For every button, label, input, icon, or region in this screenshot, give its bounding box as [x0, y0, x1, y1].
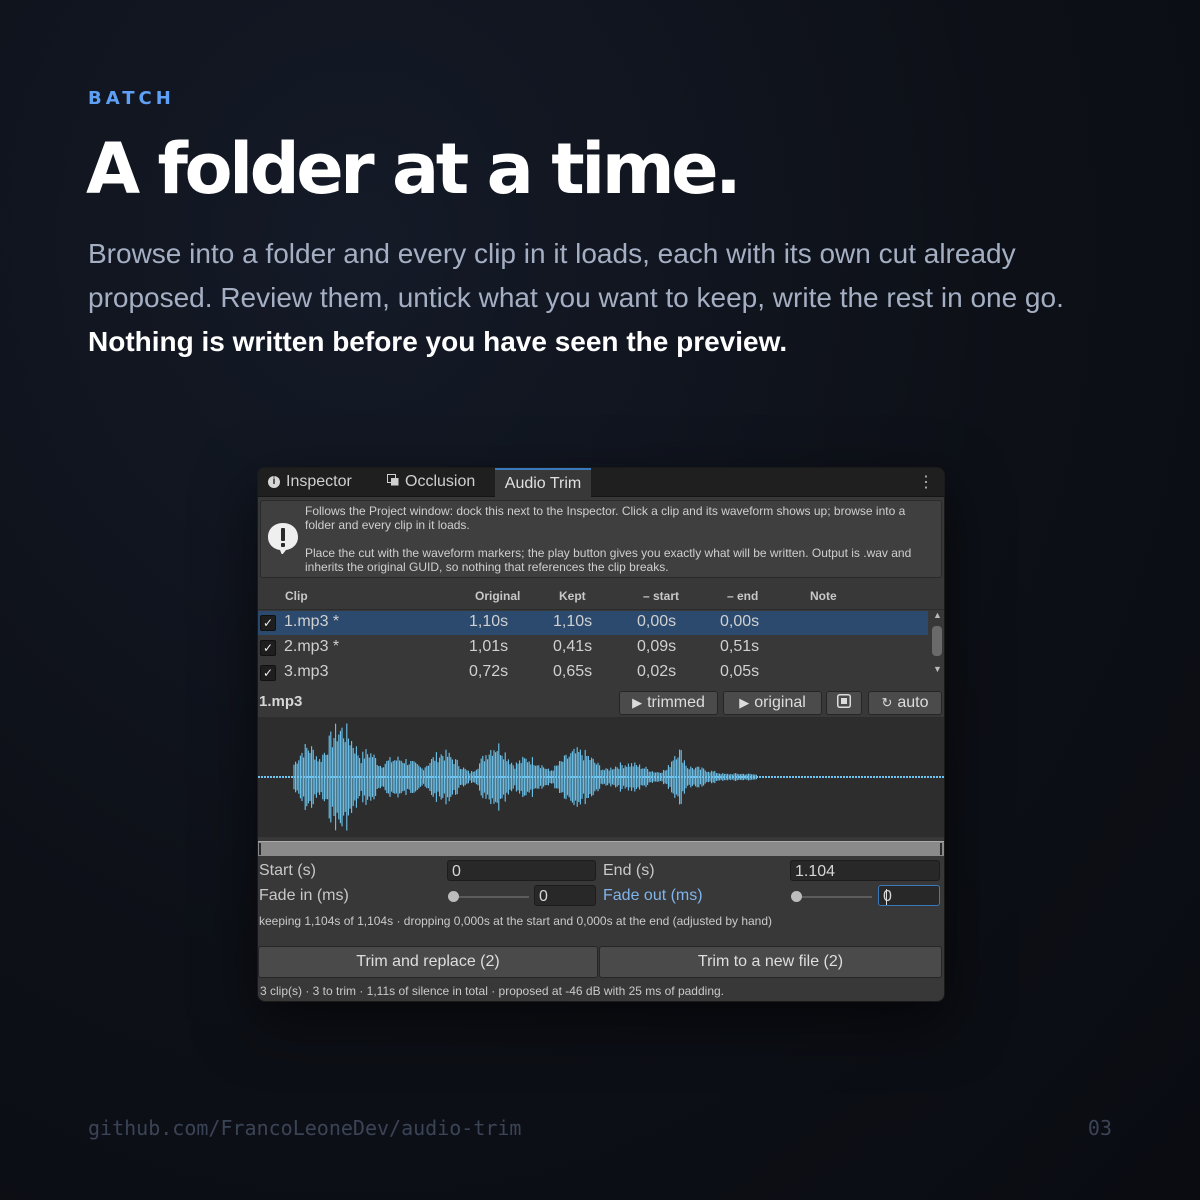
- cell-clip: 1.mp3 *: [284, 613, 340, 630]
- header-original[interactable]: Original: [475, 589, 520, 603]
- scroll-up-arrow-icon[interactable]: ▲: [933, 610, 942, 620]
- header-kept[interactable]: Kept: [559, 589, 586, 603]
- table-row[interactable]: ✓ 3.mp3 0,72s 0,65s 0,02s 0,05s: [258, 661, 928, 685]
- stop-icon: [837, 693, 851, 713]
- row-checkbox[interactable]: ✓: [260, 615, 276, 631]
- page-number: 03: [1087, 1116, 1112, 1140]
- start-input[interactable]: 0: [447, 860, 596, 881]
- help-text: Follows the Project window: dock this ne…: [305, 504, 925, 574]
- button-label: trimmed: [647, 694, 705, 711]
- play-trimmed-button[interactable]: ▶ trimmed: [619, 691, 718, 715]
- start-marker-handle[interactable]: [259, 843, 261, 855]
- cell-clip: 2.mp3 *: [284, 638, 340, 655]
- tab-label: Inspector: [286, 473, 352, 490]
- cell-kept: 0,41s: [553, 638, 593, 655]
- tab-label: Occlusion: [405, 473, 476, 490]
- button-label: original: [754, 694, 806, 711]
- kebab-menu-icon[interactable]: ⋮: [918, 472, 934, 492]
- waveform-graphic: [258, 723, 944, 831]
- button-label: auto: [897, 694, 929, 711]
- section-eyebrow: BATCH: [88, 88, 175, 109]
- tab-audio-trim[interactable]: Audio Trim: [495, 468, 591, 497]
- fade-in-label: Fade in (ms): [259, 887, 349, 904]
- cell-end: 0,05s: [720, 663, 760, 680]
- occlusion-icon: [387, 473, 399, 491]
- cell-original: 1,01s: [469, 638, 509, 655]
- cell-original: 1,10s: [469, 613, 509, 630]
- clip-table: ✓ 1.mp3 * 1,10s 1,10s 0,00s 0,00s ✓ 2.mp…: [258, 610, 930, 686]
- end-marker-handle[interactable]: [940, 843, 942, 855]
- lede-text: Browse into a folder and every clip in i…: [88, 238, 1064, 313]
- help-box: Follows the Project window: dock this ne…: [260, 500, 942, 578]
- tab-bar: i Inspector Occlusion Audio Trim ⋮: [258, 468, 944, 497]
- fade-in-slider-knob[interactable]: [448, 891, 459, 902]
- end-input[interactable]: 1.104: [790, 860, 940, 881]
- repo-url[interactable]: github.com/FrancoLeoneDev/audio-trim: [88, 1116, 521, 1140]
- scroll-thumb[interactable]: [932, 626, 942, 656]
- status-summary: 3 clip(s) · 3 to trim · 1,11s of silence…: [260, 984, 724, 998]
- info-icon: i: [268, 476, 280, 488]
- refresh-icon: ↻: [881, 695, 893, 710]
- auto-button[interactable]: ↻ auto: [868, 691, 942, 715]
- end-label: End (s): [603, 862, 655, 879]
- trim-range-bar[interactable]: [258, 841, 944, 856]
- tab-occlusion[interactable]: Occlusion: [387, 468, 475, 496]
- fade-out-input[interactable]: 0: [878, 885, 940, 906]
- table-row[interactable]: ✓ 1.mp3 * 1,10s 1,10s 0,00s 0,00s: [258, 611, 928, 635]
- tab-label: Audio Trim: [504, 474, 582, 492]
- fade-in-slider[interactable]: [449, 896, 529, 898]
- start-label: Start (s): [259, 862, 316, 879]
- cell-start: 0,09s: [637, 638, 677, 655]
- fade-out-label: Fade out (ms): [603, 887, 703, 904]
- cell-kept: 1,10s: [553, 613, 593, 630]
- fade-in-input[interactable]: 0: [534, 885, 596, 906]
- lede-emphasis: Nothing is written before you have seen …: [88, 326, 788, 357]
- play-icon: ▶: [739, 695, 750, 710]
- play-icon: ▶: [632, 695, 643, 710]
- header-clip[interactable]: Clip: [285, 589, 308, 603]
- cell-start: 0,02s: [637, 663, 677, 680]
- row-checkbox[interactable]: ✓: [260, 640, 276, 656]
- tab-inspector[interactable]: i Inspector: [268, 468, 352, 496]
- fade-out-slider-knob[interactable]: [791, 891, 802, 902]
- play-original-button[interactable]: ▶ original: [723, 691, 822, 715]
- trim-and-replace-button[interactable]: Trim and replace (2): [258, 946, 598, 978]
- waveform-view[interactable]: [258, 717, 944, 837]
- cell-original: 0,72s: [469, 663, 509, 680]
- cell-clip: 3.mp3: [284, 663, 329, 680]
- fade-out-value: 0: [883, 888, 892, 905]
- cell-end: 0,51s: [720, 638, 760, 655]
- scroll-down-arrow-icon[interactable]: ▼: [933, 664, 942, 674]
- row-checkbox[interactable]: ✓: [260, 665, 276, 681]
- lede-paragraph: Browse into a folder and every clip in i…: [88, 232, 1088, 364]
- clip-title: 1.mp3: [259, 693, 303, 710]
- cell-start: 0,00s: [637, 613, 677, 630]
- stop-button[interactable]: [826, 691, 862, 715]
- table-scrollbar[interactable]: ▲ ▼: [930, 610, 944, 678]
- header-note[interactable]: Note: [810, 589, 837, 603]
- table-row[interactable]: ✓ 2.mp3 * 1,01s 0,41s 0,09s 0,51s: [258, 636, 928, 660]
- clip-table-header: Clip Original Kept – start – end Note: [258, 585, 944, 610]
- help-line-1: Follows the Project window: dock this ne…: [305, 504, 906, 532]
- trim-to-new-file-button[interactable]: Trim to a new file (2): [599, 946, 942, 978]
- cell-kept: 0,65s: [553, 663, 593, 680]
- help-line-2: Place the cut with the waveform markers;…: [305, 546, 912, 574]
- fade-out-slider[interactable]: [792, 896, 872, 898]
- audio-trim-window: i Inspector Occlusion Audio Trim ⋮ Follo…: [257, 467, 945, 1002]
- cell-end: 0,00s: [720, 613, 760, 630]
- text-caret: [885, 888, 887, 905]
- page-headline: A folder at a time.: [86, 128, 742, 210]
- header-end[interactable]: – end: [727, 589, 758, 603]
- keeping-summary: keeping 1,104s of 1,104s · dropping 0,00…: [259, 914, 773, 928]
- warning-speech-icon: [267, 522, 299, 555]
- header-start[interactable]: – start: [643, 589, 679, 603]
